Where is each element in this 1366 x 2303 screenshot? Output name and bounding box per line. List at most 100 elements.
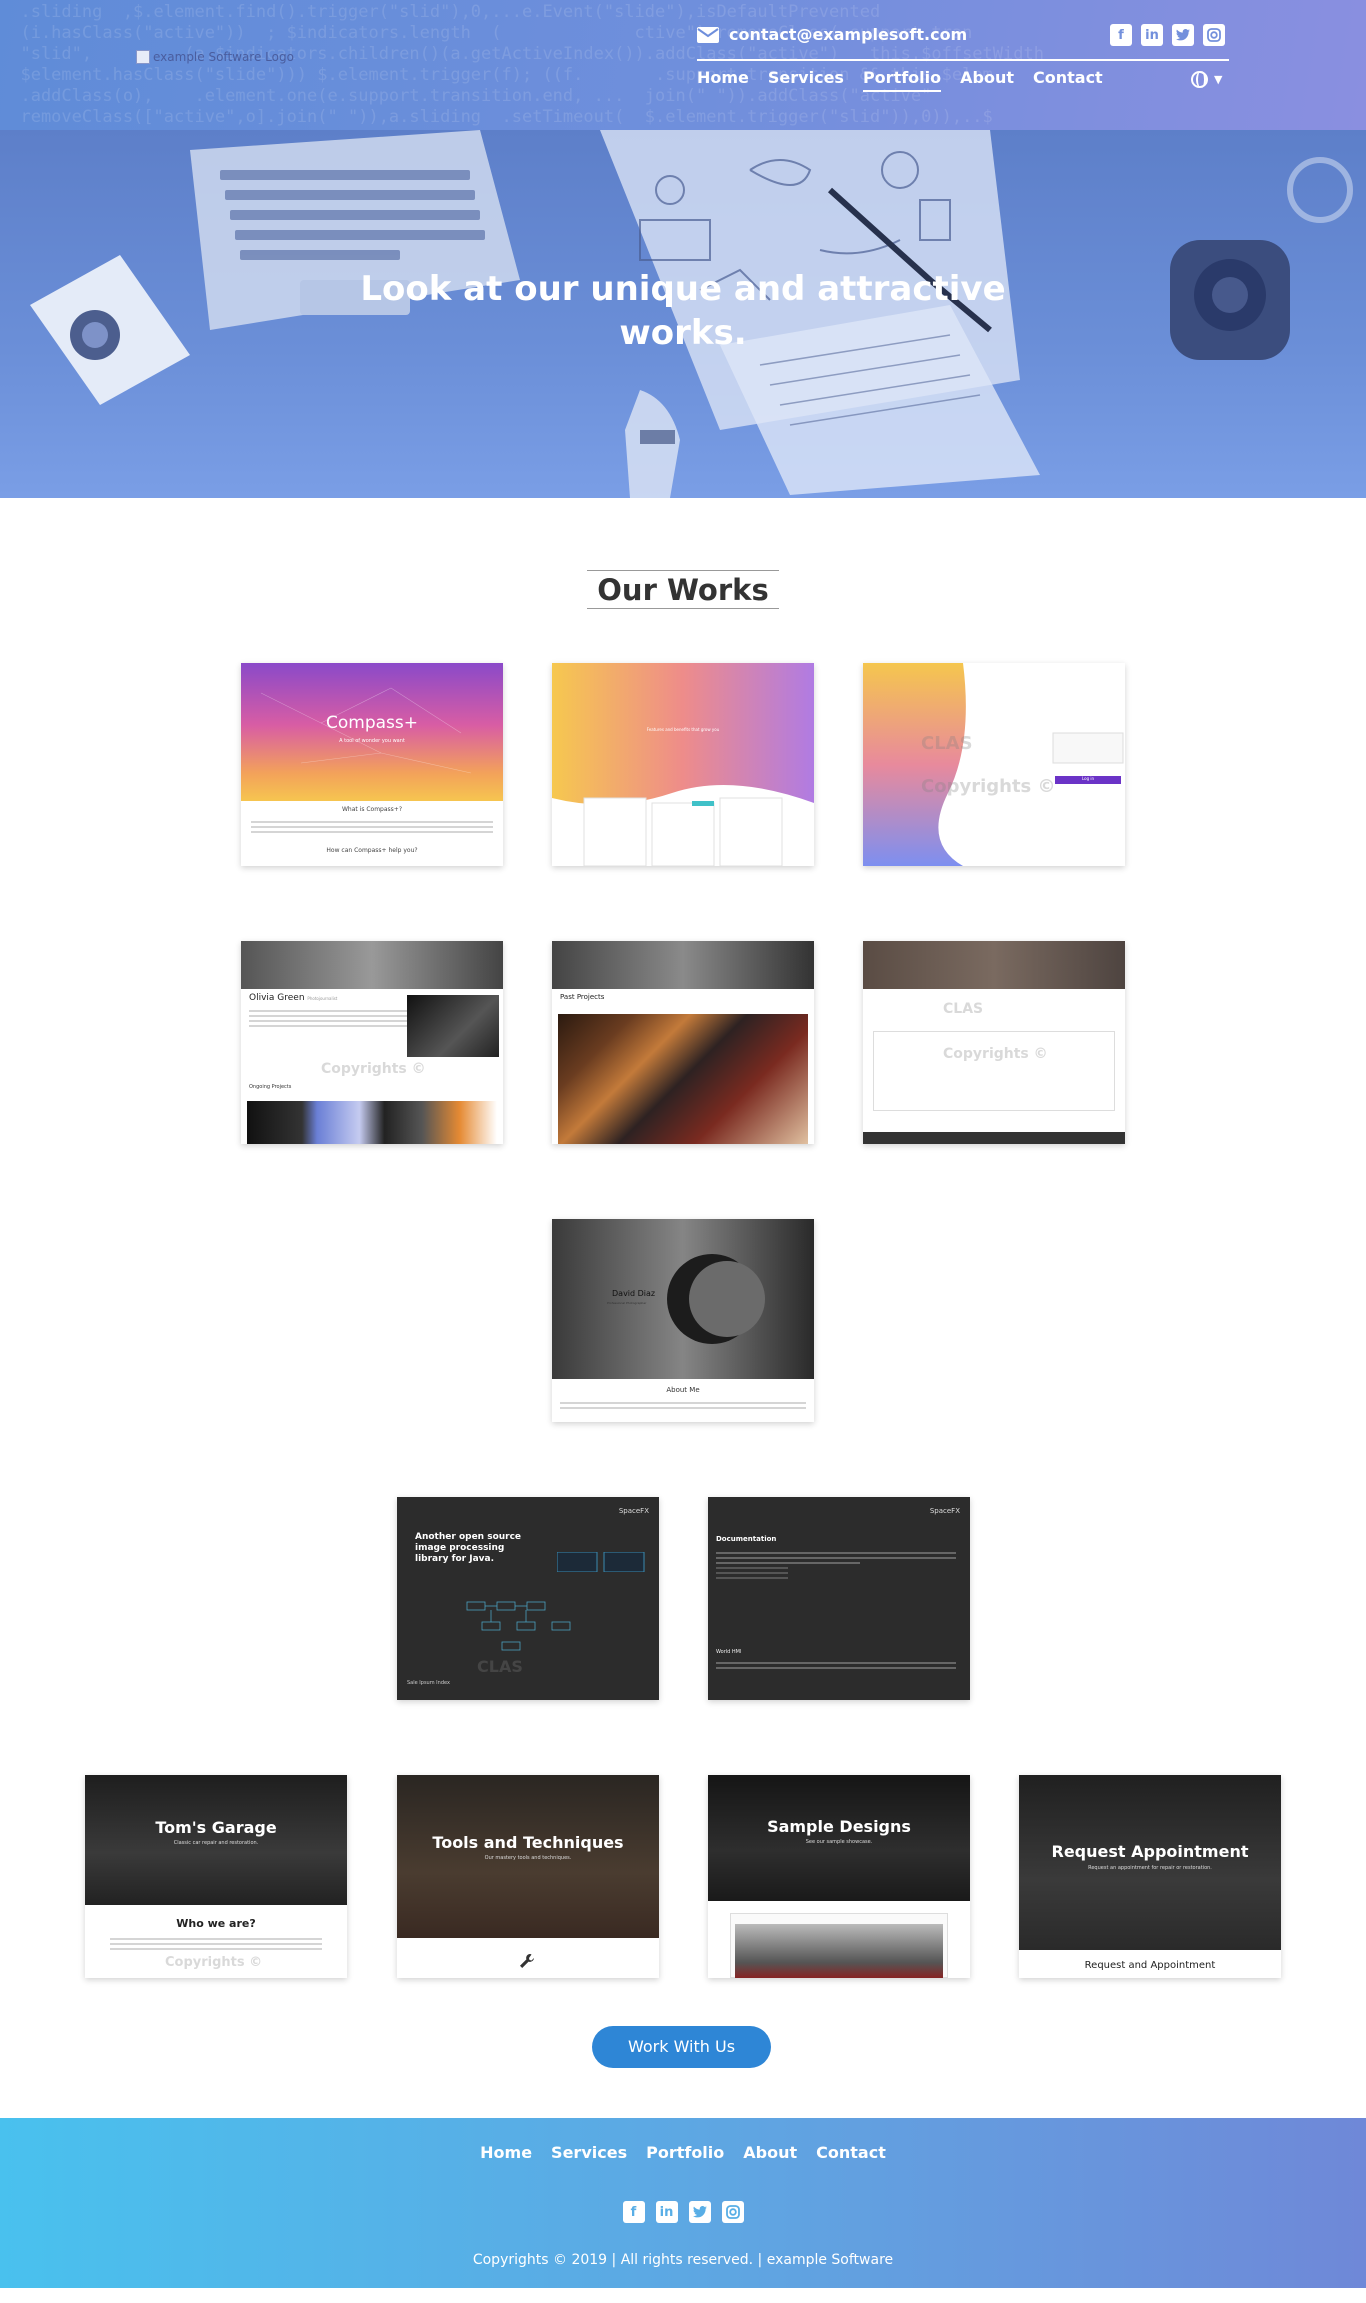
card-body-text — [110, 1935, 322, 1953]
portfolio-card-request-appointment[interactable]: Request Appointment Request an appointme… — [1019, 1775, 1281, 1978]
card-hero-image — [1019, 1775, 1281, 1950]
card-project-strip — [247, 1101, 497, 1144]
nav-home[interactable]: Home — [697, 68, 749, 92]
footer-nav-contact[interactable]: Contact — [816, 2143, 886, 2165]
card-section-title: About Me — [666, 1386, 700, 1394]
twitter-icon[interactable] — [688, 2201, 711, 2223]
card-heading: Documentation — [716, 1535, 777, 1543]
globe-icon — [1191, 71, 1208, 88]
footer-social-links: f in — [0, 2201, 1366, 2223]
card-gallery-image — [558, 1014, 808, 1144]
reading-person-graphic — [667, 1254, 765, 1344]
main-nav: Home Services Portfolio About Contact — [697, 68, 1103, 92]
card-section-title: Ongoing Projects — [249, 1084, 292, 1090]
node-graph-graphic — [466, 1601, 571, 1651]
card-body-title-2: How can Compass+ help you? — [326, 847, 418, 854]
nav-portfolio[interactable]: Portfolio — [862, 68, 942, 92]
linkedin-icon[interactable]: in — [655, 2201, 678, 2223]
twitter-icon[interactable] — [1172, 24, 1194, 46]
wave-gradient-graphic — [552, 663, 814, 866]
cactus-pot-image — [1170, 240, 1290, 360]
linkedin-icon[interactable]: in — [1141, 24, 1163, 46]
card-name: Olivia Green Photojournalist — [249, 993, 338, 1003]
header-divider — [697, 59, 1229, 61]
card-contact-form — [873, 1031, 1115, 1111]
card-body-text-2 — [716, 1659, 956, 1672]
portfolio-card-tools[interactable]: Tools and Techniques Our mastery tools a… — [397, 1775, 659, 1978]
card-heading: Tom's Garage — [155, 1818, 277, 1837]
portfolio-card-compass-pricing[interactable]: Features and benefits that grow you — [552, 663, 814, 866]
card-tagline: Features and benefits that grow you — [646, 727, 720, 732]
instagram-icon[interactable] — [1203, 24, 1225, 46]
hero-title: Look at our unique and attractive works. — [360, 269, 1006, 353]
card-subheading: Request an appointment for repair or res… — [1088, 1865, 1212, 1871]
card-hero-image — [552, 1219, 814, 1379]
wrench-icon — [520, 1954, 534, 1968]
facebook-icon[interactable]: f — [622, 2201, 645, 2223]
footer-nav-services[interactable]: Services — [551, 2143, 627, 2165]
broken-image-icon — [136, 50, 150, 64]
nav-services[interactable]: Services — [768, 68, 844, 92]
card-portrait-image — [407, 995, 499, 1057]
portfolio-card-olivia-contact[interactable]: CLAS Copyrights © — [863, 941, 1125, 1144]
portfolio-card-spacefx-docs[interactable]: SpaceFX Documentation World HMI — [708, 1497, 970, 1700]
caret-down-icon: ▼ — [1214, 73, 1223, 86]
hero-banner: Look at our unique and attractive works. — [0, 130, 1366, 498]
contact-email-link[interactable]: contact@examplesoft.com — [697, 25, 967, 44]
card-brand: SpaceFX — [618, 1507, 649, 1515]
card-header-image — [552, 941, 814, 989]
site-footer: Home Services Portfolio About Contact f … — [0, 2118, 1366, 2288]
language-selector[interactable]: ▼ — [1191, 71, 1222, 88]
card-body-title: Request and Appointment — [1084, 1960, 1216, 1971]
card-name: David Diaz — [612, 1289, 656, 1298]
nav-about[interactable]: About — [960, 68, 1014, 92]
portfolio-card-compass-landing[interactable]: Compass+ A tool of wonder you want What … — [241, 663, 503, 866]
card-header-image — [863, 941, 1125, 989]
copyright-text: Copyrights © 2019 | All rights reserved.… — [472, 2252, 894, 2268]
portfolio-card-spacefx-home[interactable]: SpaceFX Another open source image proces… — [397, 1497, 659, 1700]
watermark-text: Copyrights © — [921, 776, 1056, 797]
footer-nav-about[interactable]: About — [743, 2143, 797, 2165]
works-section-title: Our Works — [587, 570, 779, 609]
card-body-text — [249, 1007, 409, 1030]
card-subheading: Classic car repair and restoration. — [173, 1840, 259, 1846]
card-hero-gradient: Compass+ A tool of wonder you want — [241, 663, 503, 801]
card-hero-image — [708, 1775, 970, 1901]
watermark-logo: CLAS — [943, 1001, 984, 1017]
card-body-text — [716, 1549, 956, 1582]
portfolio-card-toms-garage[interactable]: Tom's Garage Classic car repair and rest… — [85, 1775, 347, 1978]
card-subheading: World HMI — [716, 1649, 742, 1655]
card-preview-image — [735, 1924, 943, 1978]
card-heading: Compass+ — [326, 713, 418, 733]
login-gradient-graphic — [863, 663, 1124, 866]
portfolio-card-olivia-projects[interactable]: Past Projects — [552, 941, 814, 1144]
camera-image — [30, 255, 190, 405]
portfolio-card-compass-login[interactable]: Log in CLAS Copyrights © — [863, 663, 1125, 866]
footer-nav-portfolio[interactable]: Portfolio — [646, 2143, 724, 2165]
watermark-text: Copyrights © — [321, 1061, 426, 1077]
login-button-label: Log in — [1081, 776, 1095, 781]
download-buttons-graphic — [557, 1552, 645, 1572]
portfolio-card-sample-designs[interactable]: Sample Designs See our sample showcase. — [708, 1775, 970, 1978]
card-heading: Another open source image processing lib… — [415, 1532, 522, 1564]
card-body-title: What is Compass+? — [341, 806, 403, 813]
contact-email-text: contact@examplesoft.com — [729, 25, 968, 44]
work-with-us-button[interactable]: Work With Us — [592, 2026, 771, 2068]
portfolio-card-david-diaz[interactable]: David Diaz Professional Photographer Abo… — [552, 1219, 814, 1422]
footer-nav-home[interactable]: Home — [480, 2143, 532, 2165]
portfolio-card-olivia-home[interactable]: Olivia Green Photojournalist Ongoing Pro… — [241, 941, 503, 1144]
instagram-icon[interactable] — [721, 2201, 744, 2223]
card-header-image — [241, 941, 503, 989]
mail-icon — [697, 26, 719, 43]
footer-nav: Home Services Portfolio About Contact — [0, 2143, 1366, 2165]
card-subheading: See our sample showcase. — [805, 1839, 873, 1845]
nav-contact[interactable]: Contact — [1033, 68, 1103, 92]
card-body-text — [560, 1399, 806, 1412]
facebook-icon[interactable]: f — [1110, 24, 1132, 46]
site-logo[interactable]: example Software Logo — [136, 50, 294, 64]
watermark-logo: CLAS — [477, 1657, 523, 1676]
glass-image — [1287, 157, 1353, 223]
card-body-title: Who we are? — [176, 1917, 256, 1930]
site-header: .sliding ,$.element.find().trigger("slid… — [0, 0, 1366, 130]
code-background: .sliding ,$.element.find().trigger("slid… — [20, 2, 1044, 127]
